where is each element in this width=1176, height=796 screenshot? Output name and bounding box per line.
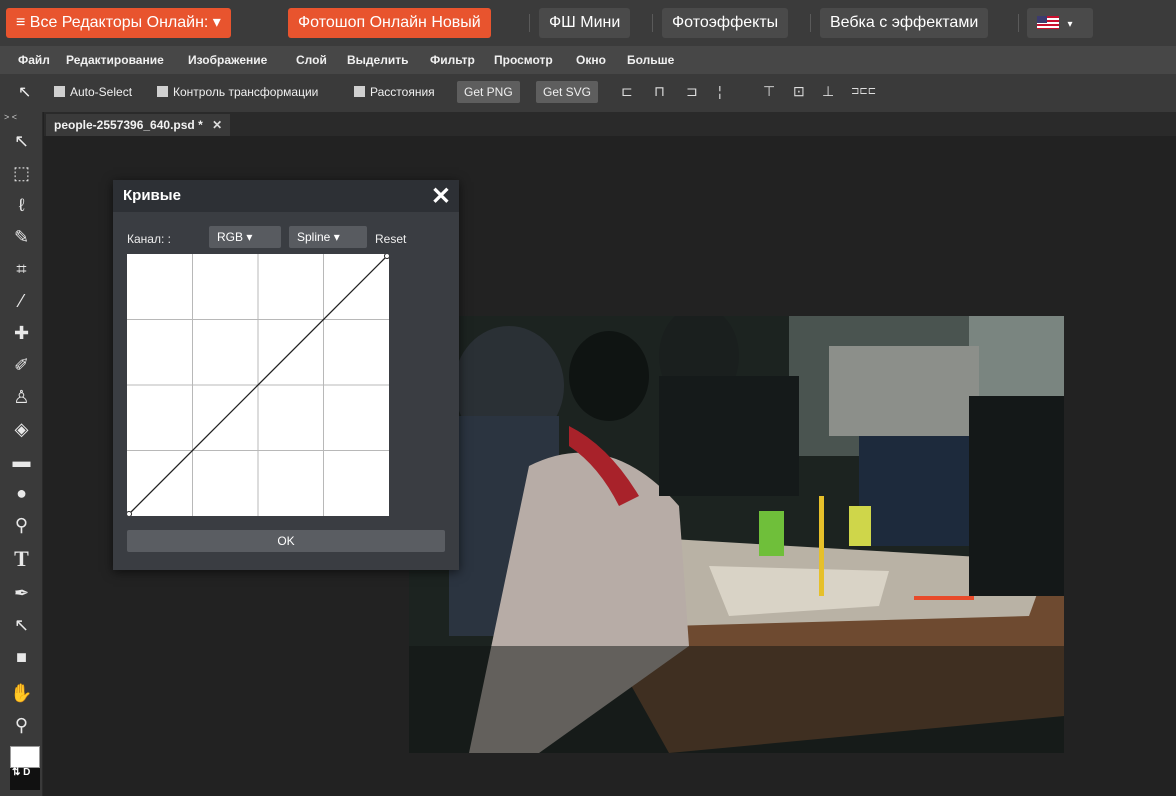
transform-controls-checkbox[interactable]: Контроль трансформации xyxy=(157,85,318,99)
pen-tool-icon[interactable]: ✒ xyxy=(0,578,43,608)
get-png-button[interactable]: Get PNG xyxy=(457,81,520,103)
canvas-image[interactable] xyxy=(409,316,1064,753)
menu-select[interactable]: Выделить xyxy=(347,53,408,67)
curve-graph[interactable] xyxy=(126,253,390,517)
zoom-tool-icon[interactable]: ⚲ xyxy=(0,710,43,740)
close-tab-icon[interactable]: ✕ xyxy=(212,118,222,132)
align-right-icon[interactable]: ⊐ xyxy=(686,83,698,100)
reset-button[interactable]: Reset xyxy=(375,232,406,246)
curve-point-white[interactable] xyxy=(384,253,390,259)
ok-button[interactable]: OK xyxy=(127,530,445,552)
blur-drop-icon[interactable]: ● xyxy=(0,478,43,508)
eraser-icon[interactable]: ◈ xyxy=(0,414,43,444)
menu-layer[interactable]: Слой xyxy=(296,53,327,67)
quick-select-icon[interactable]: ✎ xyxy=(0,222,43,252)
nav-separator xyxy=(652,14,653,32)
eyedropper-icon[interactable]: ⁄ xyxy=(0,286,43,316)
curves-dialog: Кривые ✕ Канал: : RGB ▾ Spline ▾ Reset O… xyxy=(113,180,459,570)
menu-filter[interactable]: Фильтр xyxy=(430,53,475,67)
move-tool-icon: ↖ xyxy=(18,84,32,101)
nav-separator xyxy=(529,14,530,32)
dodge-icon[interactable]: ⚲ xyxy=(0,510,43,540)
auto-select-checkbox[interactable]: Auto-Select xyxy=(54,85,132,99)
nav-separator xyxy=(810,14,811,32)
gradient-icon[interactable]: ▬ xyxy=(0,446,43,476)
menu-file[interactable]: Файл xyxy=(18,53,50,67)
foreground-color-swatch[interactable] xyxy=(10,746,40,768)
swap-default-colors-icon[interactable]: ⇅ D xyxy=(12,767,30,778)
fs-mini-button[interactable]: ФШ Мини xyxy=(539,8,631,38)
photo-effects-button[interactable]: Фотоэффекты xyxy=(662,8,789,38)
all-editors-menu-button[interactable]: ≡ Все Редакторы Онлайн: ▾ xyxy=(6,8,231,38)
align-bottom-icon[interactable]: ⊥ xyxy=(822,83,834,100)
menu-view[interactable]: Просмотр xyxy=(494,53,553,67)
distances-checkbox[interactable]: Расстояния xyxy=(354,85,435,99)
menu-more[interactable]: Больше xyxy=(627,53,674,67)
collapse-panel-toggle[interactable]: > < xyxy=(4,112,17,122)
photoshop-online-new-button[interactable]: Фотошоп Онлайн Новый xyxy=(288,8,491,38)
document-tab-label: people-2557396_640.psd * xyxy=(54,118,203,132)
menu-window[interactable]: Окно xyxy=(576,53,606,67)
language-caret-icon: ▾ xyxy=(1067,19,1073,30)
channel-label: Канал: : xyxy=(127,232,171,246)
channel-select[interactable]: RGB ▾ xyxy=(209,226,281,248)
path-select-icon[interactable]: ↖ xyxy=(0,610,43,640)
hand-tool-icon[interactable]: ✋ xyxy=(0,678,43,708)
options-bar: ↖ Auto-Select Контроль трансформации Рас… xyxy=(0,74,1176,112)
rectangle-shape-icon[interactable]: ■ xyxy=(0,642,43,672)
menu-bar: Файл Редактирование Изображение Слой Выд… xyxy=(0,46,1176,74)
align-middle-icon[interactable]: ⊡ xyxy=(793,83,805,100)
get-svg-button[interactable]: Get SVG xyxy=(536,81,599,103)
tools-panel: > < ↖ ⬚ ℓ ✎ ⌗ ⁄ ✚ ✐ ♙ ◈ ▬ ● ⚲ T ✒ ↖ ■ ✋ … xyxy=(0,112,43,796)
curve-point-black[interactable] xyxy=(126,511,132,517)
lasso-icon[interactable]: ℓ xyxy=(0,190,43,220)
document-tab-strip: people-2557396_640.psd * ✕ xyxy=(44,112,1176,136)
top-nav-bar: ≡ Все Редакторы Онлайн: ▾ Фотошоп Онлайн… xyxy=(0,0,1176,46)
language-selector[interactable]: ▾ xyxy=(1027,8,1093,38)
close-dialog-icon[interactable]: ✕ xyxy=(431,182,451,211)
nav-separator xyxy=(1018,14,1019,32)
align-left-icon[interactable]: ⊏ xyxy=(621,83,633,100)
marquee-select-icon[interactable]: ⬚ xyxy=(0,158,43,188)
move-tool-icon[interactable]: ↖ xyxy=(0,126,43,156)
healing-brush-icon[interactable]: ✚ xyxy=(0,318,43,348)
type-tool-icon[interactable]: T xyxy=(0,544,43,574)
align-top-icon[interactable]: ⊤ xyxy=(763,83,775,100)
clone-stamp-icon[interactable]: ♙ xyxy=(0,382,43,412)
curve-mode-select[interactable]: Spline ▾ xyxy=(289,226,367,248)
align-center-icon[interactable]: ⊓ xyxy=(654,83,665,100)
menu-edit[interactable]: Редактирование xyxy=(66,53,164,67)
us-flag-icon xyxy=(1037,16,1059,30)
distribute-icon[interactable]: ⊐⊏⊏ xyxy=(851,86,876,97)
crop-icon[interactable]: ⌗ xyxy=(0,254,43,284)
document-tab[interactable]: people-2557396_640.psd * ✕ xyxy=(46,114,231,136)
brush-icon[interactable]: ✐ xyxy=(0,350,43,380)
menu-image[interactable]: Изображение xyxy=(188,53,267,67)
align-vertical-icon[interactable]: ¦ xyxy=(718,83,722,99)
dialog-title: Кривые xyxy=(123,187,181,204)
webcam-effects-button[interactable]: Вебка с эффектами xyxy=(820,8,989,38)
